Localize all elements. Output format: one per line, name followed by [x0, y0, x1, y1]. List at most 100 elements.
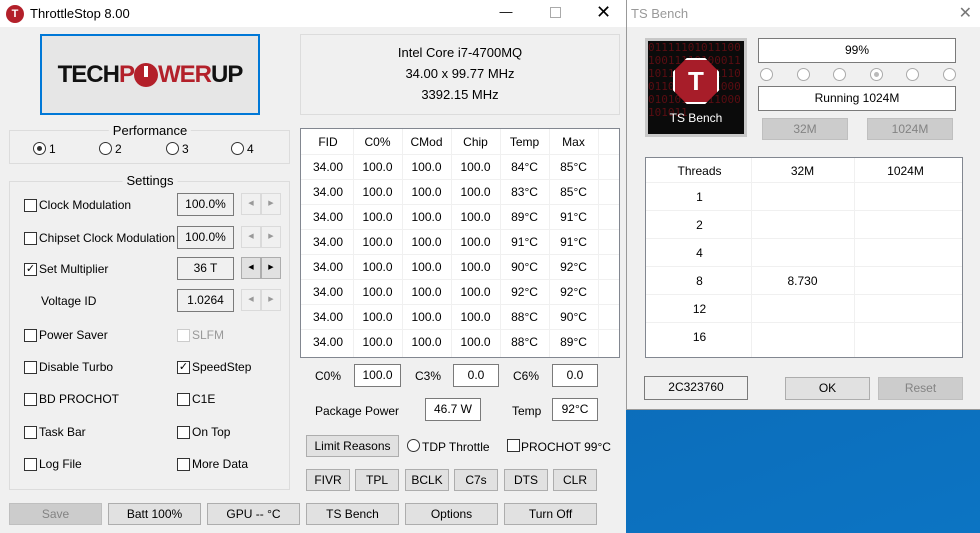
table-cell: 100.0	[460, 310, 491, 324]
performance-radio-label: 4	[247, 142, 254, 156]
more-data-checkbox[interactable]	[177, 458, 190, 471]
row-divider	[646, 182, 962, 183]
c7s-button[interactable]: C7s	[454, 469, 498, 491]
chipset-clock-modulation-value: 100.0%	[177, 226, 234, 249]
clock-modulation-decrease-button[interactable]: ◀	[241, 193, 261, 215]
clr-button[interactable]: CLR	[553, 469, 597, 491]
performance-radio-label: 2	[115, 142, 122, 156]
reset-button[interactable]: Reset	[878, 377, 963, 400]
tdp-throttle-label: TDP Throttle	[422, 440, 490, 454]
table-cell: 89°C	[560, 335, 587, 349]
performance-radio-3[interactable]	[166, 142, 179, 155]
c1e-checkbox[interactable]	[177, 393, 190, 406]
cpu-name: Intel Core i7-4700MQ	[397, 45, 523, 60]
bd-prochot-checkbox[interactable]	[24, 393, 37, 406]
c6-value: 0.0	[552, 364, 598, 387]
bclk-button[interactable]: BCLK	[405, 469, 449, 491]
voltage-id-stepper[interactable]: ◀ ▶	[241, 289, 281, 311]
table-cell: 100.0	[460, 210, 491, 224]
power-icon	[134, 62, 158, 87]
table-cell: 100.0	[362, 185, 393, 199]
log-file-label: Log File	[39, 457, 82, 471]
prochot-checkbox[interactable]	[507, 439, 520, 452]
table-cell: 89°C	[511, 210, 538, 224]
voltage-id-label: Voltage ID	[41, 294, 97, 308]
bench-code: 2C323760	[644, 376, 748, 400]
bench-1024m-button[interactable]: 1024M	[867, 118, 953, 140]
bd-prochot-label: BD PROCHOT	[39, 392, 120, 406]
power-saver-label: Power Saver	[39, 328, 108, 342]
c0-label: C0%	[315, 369, 342, 383]
set-multiplier-stepper[interactable]: ◀ ▶	[241, 257, 281, 279]
table-cell: 100.0	[362, 285, 393, 299]
row-divider	[301, 154, 619, 155]
tdp-throttle-radio[interactable]	[407, 439, 420, 452]
table-cell: 92°C	[560, 260, 587, 274]
chipset-clock-modulation-checkbox[interactable]	[24, 232, 37, 245]
power-saver-checkbox[interactable]	[24, 329, 37, 342]
chipset-clock-modulation-decrease-button[interactable]: ◀	[241, 226, 261, 248]
table-cell: 88°C	[511, 310, 538, 324]
save-button[interactable]: Save	[9, 503, 102, 525]
on-top-checkbox[interactable]	[177, 426, 190, 439]
table-cell: 34.00	[312, 160, 344, 174]
chipset-clock-modulation-increase-button[interactable]: ▶	[261, 226, 281, 248]
limit-reasons-button[interactable]: Limit Reasons	[306, 435, 399, 457]
bench-thread-radio-5	[906, 68, 919, 81]
tpl-button[interactable]: TPL	[355, 469, 399, 491]
clock-modulation-checkbox[interactable]	[24, 199, 37, 212]
set-multiplier-checkbox[interactable]: ✓	[24, 263, 37, 276]
performance-radio-4[interactable]	[231, 142, 244, 155]
slfm-checkbox[interactable]	[177, 329, 190, 342]
more-data-label: More Data	[192, 457, 249, 471]
disable-turbo-checkbox[interactable]	[24, 361, 37, 374]
task-bar-checkbox[interactable]	[24, 426, 37, 439]
temp-value: 92°C	[552, 398, 598, 421]
performance-radio-2[interactable]	[99, 142, 112, 155]
maximize-button[interactable]	[550, 7, 561, 18]
set-multiplier-decrease-button[interactable]: ◀	[241, 257, 261, 279]
clock-modulation-increase-button[interactable]: ▶	[261, 193, 281, 215]
dts-button[interactable]: DTS	[504, 469, 548, 491]
bench-cell: 4	[696, 246, 703, 260]
table-cell: 100.0	[460, 235, 491, 249]
bench-close-button[interactable]: ✕	[959, 3, 972, 23]
set-multiplier-increase-button[interactable]: ▶	[261, 257, 281, 279]
bench-cell: 2	[696, 218, 703, 232]
performance-radio-label: 3	[182, 142, 189, 156]
ts-bench-button[interactable]: TS Bench	[306, 503, 399, 525]
log-file-checkbox[interactable]	[24, 458, 37, 471]
performance-radio-label: 1	[49, 142, 56, 156]
table-cell: 92°C	[511, 285, 538, 299]
table-cell: 88°C	[511, 335, 538, 349]
on-top-label: On Top	[192, 425, 231, 439]
disable-turbo-label: Disable Turbo	[39, 360, 114, 374]
minimize-button[interactable]: —	[496, 4, 516, 19]
close-button[interactable]: ✕	[596, 2, 611, 23]
table-cell: 34.00	[312, 235, 344, 249]
table-cell: 34.00	[312, 185, 344, 199]
batt-100-button[interactable]: Batt 100%	[108, 503, 201, 525]
table-cell: 100.0	[411, 235, 442, 249]
bench-32m-button[interactable]: 32M	[762, 118, 848, 140]
row-divider	[646, 266, 962, 267]
clock-modulation-stepper[interactable]: ◀ ▶	[241, 193, 281, 215]
performance-radio-1[interactable]	[33, 142, 46, 155]
table-header-cmod: CMod	[410, 135, 443, 149]
table-cell: 34.00	[312, 260, 344, 274]
fivr-button[interactable]: FIVR	[306, 469, 350, 491]
turn-off-button[interactable]: Turn Off	[504, 503, 597, 525]
cpu-frequency: 3392.15 MHz	[421, 87, 499, 102]
chipset-clock-modulation-stepper[interactable]: ◀ ▶	[241, 226, 281, 248]
voltage-id-decrease-button[interactable]: ◀	[241, 289, 261, 311]
speedstep-checkbox[interactable]: ✓	[177, 361, 190, 374]
voltage-id-increase-button[interactable]: ▶	[261, 289, 281, 311]
row-divider	[646, 322, 962, 323]
row-divider	[301, 179, 619, 180]
techpowerup-logo[interactable]: TECH P WER UP	[40, 34, 260, 115]
ok-button[interactable]: OK	[785, 377, 870, 400]
options-button[interactable]: Options	[405, 503, 498, 525]
gpu-c-button[interactable]: GPU -- °C	[207, 503, 300, 525]
table-cell: 83°C	[511, 185, 538, 199]
row-divider	[301, 254, 619, 255]
